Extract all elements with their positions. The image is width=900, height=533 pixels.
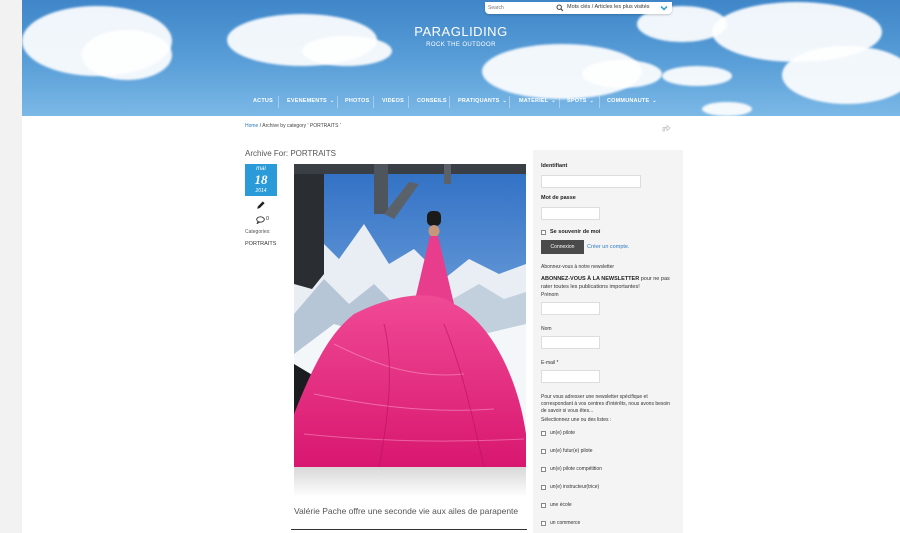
comment-count[interactable]: 0 xyxy=(266,216,269,222)
cloud xyxy=(302,36,392,66)
nav-item-spots[interactable]: SPOTS ⌄ xyxy=(567,98,594,104)
create-account-link[interactable]: Créer un compte. xyxy=(587,244,630,250)
list-checkbox[interactable] xyxy=(541,503,546,508)
firstname-label: Prénom xyxy=(541,292,559,298)
list-option-label: une école xyxy=(550,502,572,508)
lastname-input[interactable] xyxy=(541,336,600,349)
list-option-label: un(e) pilote compétition xyxy=(550,466,602,472)
nav-divider xyxy=(278,96,279,108)
nav-item-label: EVENEMENTS xyxy=(287,98,327,104)
site-title[interactable]: PARAGLIDING xyxy=(22,24,900,39)
post-divider xyxy=(291,529,527,530)
nav-item-photos[interactable]: PHOTOS xyxy=(345,98,369,104)
remember-label: Se souvenir de moi xyxy=(550,229,601,235)
category-link[interactable]: PORTRAITS xyxy=(245,241,276,247)
chevron-down-icon[interactable] xyxy=(660,4,668,12)
pencil-icon xyxy=(257,201,265,209)
firstname-input[interactable] xyxy=(541,302,600,315)
cloud xyxy=(702,102,752,116)
login-button[interactable]: Connexion xyxy=(541,240,584,254)
post-year: 2014 xyxy=(255,188,267,194)
nav-item-evenements[interactable]: EVENEMENTS ⌄ xyxy=(287,98,334,104)
nav-item-label: COMMUNAUTE xyxy=(607,98,650,104)
list-checkbox[interactable] xyxy=(541,521,546,526)
nav-item-label: ACTUS xyxy=(253,98,273,104)
email-input[interactable] xyxy=(541,370,600,383)
nav-item-videos[interactable]: VIDEOS xyxy=(382,98,404,104)
chevron-down-icon: ⌄ xyxy=(551,98,556,104)
nav-item-materiel[interactable]: MATERIEL ⌄ xyxy=(519,98,556,104)
list-option-label: un(e) pilote xyxy=(550,430,576,436)
newsletter-pitch-bold: ABONNEZ-VOUS À LA NEWSLETTER xyxy=(541,276,640,282)
chevron-down-icon: ⌄ xyxy=(589,98,595,104)
username-input[interactable] xyxy=(541,175,641,188)
post-image-graphic xyxy=(294,164,526,467)
nav-divider xyxy=(373,96,374,108)
share-icon[interactable] xyxy=(662,124,671,132)
top-search-bar: Mots clés / Articles les plus visités xyxy=(485,2,672,14)
post-date-badge: mai 18 2014 xyxy=(245,164,277,196)
chevron-down-icon: ⌄ xyxy=(502,98,507,104)
nav-divider xyxy=(449,96,450,108)
lists-prompt: Sélectionnez une ou des listes : xyxy=(541,417,612,423)
cloud xyxy=(582,60,662,88)
chevron-down-icon: ⌄ xyxy=(329,98,335,104)
list-option-label: un(e) futur(e) pilote xyxy=(550,448,593,454)
nav-item-label: MATERIEL xyxy=(519,98,549,104)
nav-item-communaute[interactable]: COMMUNAUTE ⌄ xyxy=(607,98,657,104)
list-checkbox[interactable] xyxy=(541,449,546,454)
lists-description: Pour vous adresser une newsletter spécif… xyxy=(541,394,671,414)
nav-item-conseils[interactable]: CONSEILS xyxy=(417,98,447,104)
lastname-label: Nom xyxy=(541,326,552,332)
list-checkbox[interactable] xyxy=(541,431,546,436)
password-input[interactable] xyxy=(541,207,600,220)
nav-item-pratiquants[interactable]: PRATIQUANTS ⌄ xyxy=(458,98,507,104)
nav-item-actus[interactable]: ACTUS xyxy=(253,98,273,104)
post-day: 18 xyxy=(254,172,268,187)
chevron-down-icon: ⌄ xyxy=(652,98,657,104)
post-image[interactable] xyxy=(294,164,526,467)
tags-link[interactable]: Mots clés / Articles les plus visités xyxy=(567,4,650,10)
archive-title: Archive For: PORTRAITS xyxy=(245,149,336,158)
search-icon[interactable] xyxy=(556,4,564,12)
post-title-link[interactable]: Valérie Pache offre une seconde vie aux … xyxy=(294,506,518,516)
username-label: Identifiant xyxy=(541,163,568,169)
nav-item-label: SPOTS xyxy=(567,98,587,104)
list-checkbox[interactable] xyxy=(541,485,546,490)
categories-label: Categories: xyxy=(245,229,271,235)
breadcrumb-trail: / Archive by category ' PORTRAITS ' xyxy=(258,123,341,129)
comment-icon[interactable] xyxy=(256,216,265,224)
left-edge-strip xyxy=(0,0,22,533)
nav-item-label: PHOTOS xyxy=(345,98,370,104)
list-checkbox[interactable] xyxy=(541,467,546,472)
email-label: E-mail * xyxy=(541,360,559,366)
nav-divider xyxy=(509,96,510,108)
nav-item-label: PRATIQUANTS xyxy=(458,98,500,104)
list-option-label: un(e) instructeur(trice) xyxy=(550,484,600,490)
cloud xyxy=(782,46,900,104)
image-reflection xyxy=(294,467,526,497)
remember-checkbox[interactable] xyxy=(541,230,546,235)
nav-divider xyxy=(599,96,600,108)
nav-divider xyxy=(337,96,338,108)
search-input[interactable] xyxy=(488,4,556,12)
password-label: Mot de passe xyxy=(541,195,576,201)
breadcrumb-home-link[interactable]: Home xyxy=(245,123,258,129)
nav-item-label: VIDEOS xyxy=(382,98,404,104)
cloud xyxy=(662,66,732,86)
nav-divider xyxy=(559,96,560,108)
newsletter-heading: Abonnez-vous à notre newsletter xyxy=(541,264,615,270)
list-option-label: un commerce xyxy=(550,520,581,526)
site-tagline: ROCK THE OUTDOOR xyxy=(426,42,496,48)
nav-item-label: CONSEILS xyxy=(417,98,447,104)
breadcrumb: Home / Archive by category ' PORTRAITS ' xyxy=(245,123,341,129)
newsletter-pitch: ABONNEZ-VOUS À LA NEWSLETTER pour ne pas… xyxy=(541,275,677,291)
nav-divider xyxy=(408,96,409,108)
